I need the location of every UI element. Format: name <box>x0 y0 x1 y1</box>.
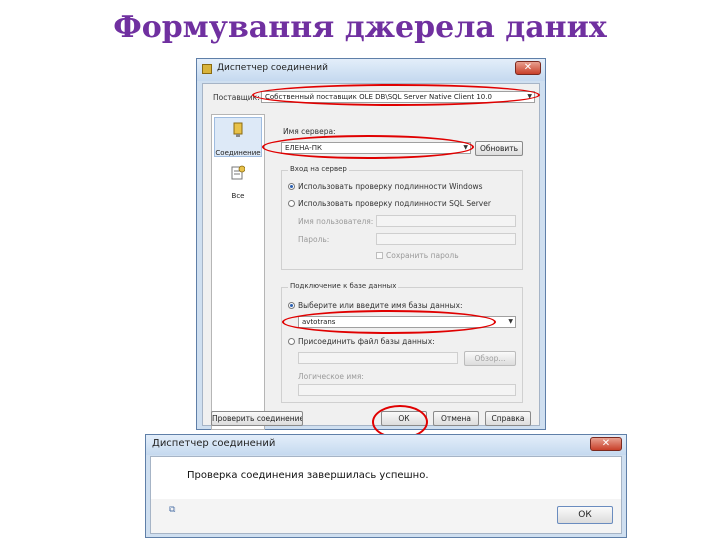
user-name-label: Имя пользователя: <box>298 217 374 226</box>
message-title-bar[interactable]: Диспетчер соединений ✕ <box>146 435 626 455</box>
save-password-checkbox[interactable] <box>376 252 383 259</box>
provider-select[interactable]: Собственный поставщик OLE DB\SQL Server … <box>261 91 535 103</box>
refresh-button[interactable]: Обновить <box>475 141 523 156</box>
close-button[interactable]: ✕ <box>515 61 541 75</box>
user-name-input[interactable] <box>376 215 516 227</box>
password-label: Пароль: <box>298 235 330 244</box>
chevron-down-icon: ▼ <box>508 318 513 325</box>
windows-auth-radio[interactable] <box>288 183 295 190</box>
database-name-select[interactable]: avtotrans ▼ <box>298 316 516 328</box>
sidebar-item-connection[interactable]: Соединение <box>214 117 262 157</box>
message-body: Проверка соединения завершилась успешно.… <box>150 456 622 534</box>
sql-auth-label: Использовать проверку подлинности SQL Se… <box>298 199 491 208</box>
database-icon <box>233 122 243 137</box>
message-title: Диспетчер соединений <box>152 438 276 449</box>
save-password-label: Сохранить пароль <box>386 251 459 260</box>
sql-auth-radio[interactable] <box>288 200 295 207</box>
app-icon <box>202 64 212 74</box>
server-name-select[interactable]: ЕЛЕНА-ПК ▼ <box>281 142 471 154</box>
slide-title: Формування джерела даних <box>113 10 607 45</box>
message-ok-button[interactable]: ОК <box>557 506 613 524</box>
database-group-title: Подключение к базе данных <box>288 282 399 290</box>
chevron-down-icon: ▼ <box>527 93 532 100</box>
sidebar: Соединение Все <box>211 114 265 430</box>
window-title: Диспетчер соединений <box>217 63 328 73</box>
title-bar[interactable]: Диспетчер соединений ✕ <box>197 59 545 81</box>
help-button[interactable]: Справка <box>485 411 531 426</box>
database-group: Подключение к базе данных Выберите или в… <box>281 282 523 403</box>
server-name-value: ЕЛЕНА-ПК <box>285 144 322 152</box>
cancel-button[interactable]: Отмена <box>433 411 479 426</box>
properties-icon <box>231 165 245 180</box>
attach-file-radio[interactable] <box>288 338 295 345</box>
provider-label: Поставщик: <box>213 93 260 102</box>
connection-manager-window: Диспетчер соединений ✕ Поставщик: Собств… <box>196 58 546 430</box>
provider-value: Собственный поставщик OLE DB\SQL Server … <box>265 93 492 101</box>
message-close-button[interactable]: ✕ <box>590 437 622 451</box>
message-area: Проверка соединения завершилась успешно. <box>151 457 621 499</box>
sidebar-item-all[interactable]: Все <box>214 161 262 201</box>
close-icon: ✕ <box>601 438 611 449</box>
select-db-label: Выберите или введите имя базы данных: <box>298 301 463 310</box>
test-connection-button[interactable]: Проверить соединение <box>211 411 303 426</box>
copy-icon[interactable]: ⧉ <box>169 505 175 515</box>
dialog-body: Поставщик: Собственный поставщик OLE DB\… <box>202 83 540 430</box>
browse-button[interactable]: Обзор... <box>464 351 516 366</box>
select-db-radio[interactable] <box>288 302 295 309</box>
server-name-label: Имя сервера: <box>283 127 336 136</box>
login-group: Вход на сервер Использовать проверку под… <box>281 165 523 270</box>
sidebar-item-label: Соединение <box>215 149 261 157</box>
ok-button[interactable]: ОК <box>381 411 427 426</box>
database-name-value: avtotrans <box>302 318 336 326</box>
sidebar-item-label: Все <box>231 192 245 200</box>
database-file-input[interactable] <box>298 352 458 364</box>
login-group-title: Вход на сервер <box>288 165 349 173</box>
close-icon: ✕ <box>523 62 533 73</box>
logical-name-input[interactable] <box>298 384 516 396</box>
windows-auth-label: Использовать проверку подлинности Window… <box>298 182 483 191</box>
message-dialog: Диспетчер соединений ✕ Проверка соединен… <box>145 434 627 538</box>
logical-name-label: Логическое имя: <box>298 372 364 381</box>
chevron-down-icon: ▼ <box>463 144 468 151</box>
attach-file-label: Присоединить файл базы данных: <box>298 337 435 346</box>
message-text: Проверка соединения завершилась успешно. <box>187 470 429 481</box>
password-input[interactable] <box>376 233 516 245</box>
